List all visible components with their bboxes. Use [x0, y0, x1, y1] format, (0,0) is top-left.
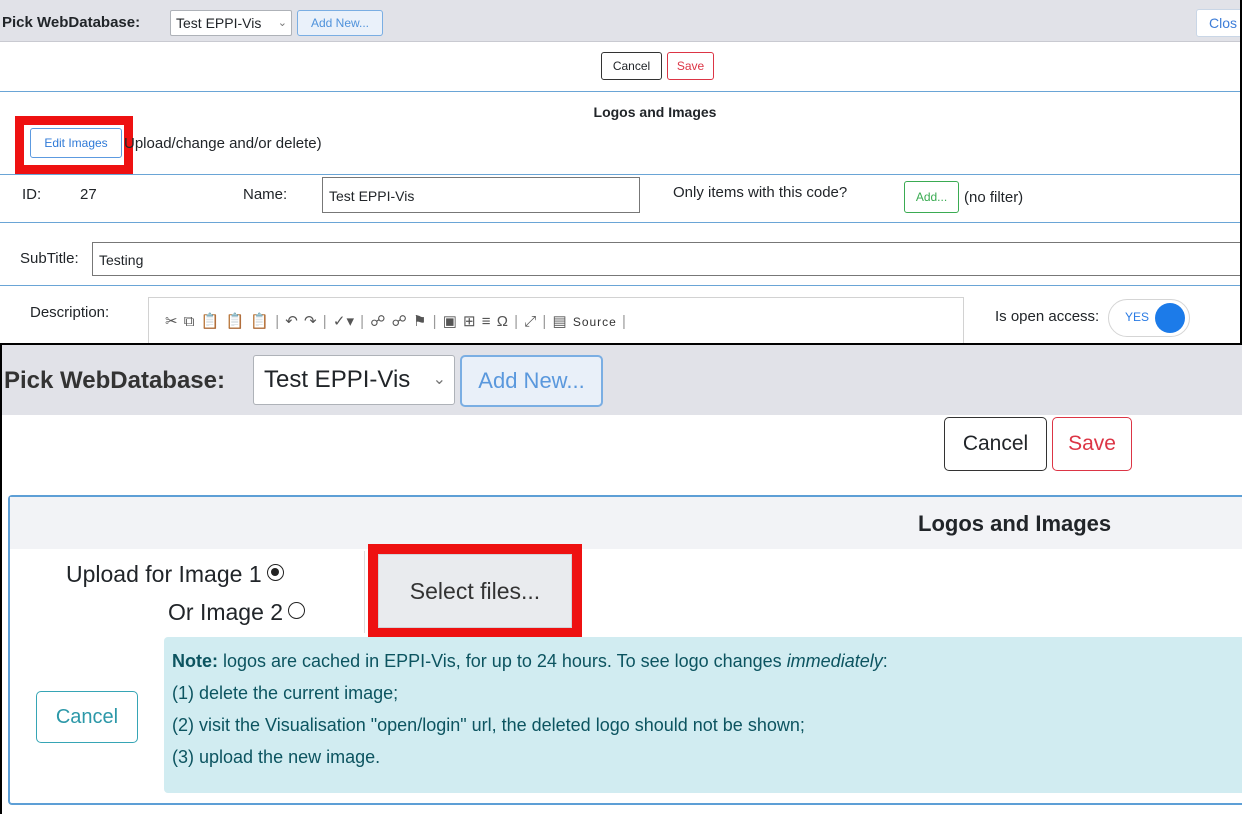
table-icon[interactable]: ⊞: [463, 313, 477, 330]
close-button[interactable]: Clos: [1196, 9, 1240, 37]
id-label: ID:: [22, 186, 42, 203]
toggle-knob: [1155, 303, 1185, 333]
link-icon[interactable]: ☍: [370, 313, 386, 330]
edit-images-hint: Upload/change and/or delete): [124, 135, 322, 152]
maximize-icon[interactable]: ⤢: [524, 313, 537, 330]
description-label: Description:: [30, 304, 110, 321]
note-step-3: (3) upload the new image.: [172, 747, 381, 767]
add-new-button[interactable]: Add New...: [297, 10, 383, 36]
image1-radio[interactable]: [266, 564, 284, 581]
only-items-label: Only items with this code?: [673, 184, 848, 201]
section-divider: [0, 174, 1240, 175]
source-icon[interactable]: ▤: [552, 313, 567, 330]
cancel-button[interactable]: Cancel: [601, 52, 662, 80]
editor-toolbar: ✂ ⧉ 📋 📋 📋 | ↶ ↷ | ✓▾ | ☍ ☍ ⚑ | ▣ ⊞ ≡ Ω |…: [148, 297, 964, 344]
open-access-label: Is open access:: [995, 308, 1100, 325]
edit-images-button[interactable]: Edit Images: [30, 128, 122, 158]
add-new-button[interactable]: Add New...: [460, 355, 603, 407]
toggle-yes-label: YES: [1125, 310, 1150, 324]
image2-option[interactable]: Or Image 2: [168, 599, 306, 626]
name-label: Name:: [243, 186, 288, 203]
save-button[interactable]: Save: [1052, 417, 1132, 471]
cut-icon[interactable]: ✂: [165, 313, 179, 330]
note-step-1: (1) delete the current image;: [172, 683, 399, 703]
pick-webdatabase-label: Pick WebDatabase:: [4, 367, 225, 394]
save-button[interactable]: Save: [667, 52, 714, 80]
cache-note: Note: logos are cached in EPPI-Vis, for …: [164, 637, 1242, 793]
section-divider: [0, 91, 1240, 92]
image1-label: Upload for Image 1: [66, 561, 262, 587]
bottom-panel: Pick WebDatabase: Test EPPI-Vis ⌄ Add Ne…: [0, 343, 1242, 814]
top-panel: Pick WebDatabase: Test EPPI-Vis ⌄ Add Ne…: [0, 0, 1242, 346]
subtitle-input[interactable]: Testing: [92, 242, 1240, 276]
horizontal-line-icon[interactable]: ≡: [482, 313, 492, 330]
paste-text-icon[interactable]: 📋: [226, 313, 246, 330]
image2-radio[interactable]: [288, 602, 306, 619]
cancel-upload-button[interactable]: Cancel: [36, 691, 138, 743]
section-divider: [0, 222, 1240, 223]
source-button[interactable]: Source: [573, 315, 617, 329]
note-end: :: [882, 651, 888, 671]
webdatabase-select-value: Test EPPI-Vis: [264, 366, 411, 393]
add-code-button[interactable]: Add...: [904, 181, 959, 213]
logos-images-title: Logos and Images: [918, 511, 1112, 536]
paste-word-icon[interactable]: 📋: [250, 313, 270, 330]
chevron-down-icon: ⌄: [277, 17, 287, 29]
cancel-button[interactable]: Cancel: [944, 417, 1047, 471]
note-text: logos are cached in EPPI-Vis, for up to …: [218, 651, 787, 671]
note-line: Note: logos are cached in EPPI-Vis, for …: [172, 651, 888, 672]
image1-option[interactable]: Upload for Image 1: [66, 561, 284, 588]
toolbar-icons[interactable]: ✂ ⧉ 📋 📋 📋 | ↶ ↷ | ✓▾ | ☍ ☍ ⚑ | ▣ ⊞ ≡ Ω |…: [165, 312, 627, 330]
note-bold: Note:: [172, 651, 218, 671]
spellcheck-icon[interactable]: ✓▾: [333, 313, 355, 330]
name-input[interactable]: Test EPPI-Vis: [322, 177, 640, 213]
redo-icon[interactable]: ↷: [304, 313, 318, 330]
subtitle-label: SubTitle:: [20, 250, 79, 267]
note-step-2: (2) visit the Visualisation "open/login"…: [172, 715, 805, 735]
logos-images-title: Logos and Images: [593, 104, 717, 120]
copy-icon[interactable]: ⧉: [184, 313, 196, 330]
undo-icon[interactable]: ↶: [285, 313, 299, 330]
unlink-icon[interactable]: ☍: [392, 313, 408, 330]
pick-webdatabase-label: Pick WebDatabase:: [2, 14, 141, 31]
special-char-icon[interactable]: Ω: [497, 313, 509, 330]
open-access-toggle[interactable]: YES: [1108, 299, 1190, 337]
webdatabase-select-value: Test EPPI-Vis: [176, 15, 262, 31]
code-filter-value: (no filter): [964, 189, 1024, 206]
paste-icon[interactable]: 📋: [201, 313, 221, 330]
image2-label: Or Image 2: [168, 599, 284, 625]
select-files-button[interactable]: Select files...: [378, 554, 572, 628]
anchor-flag-icon[interactable]: ⚑: [413, 313, 427, 330]
column-divider: [364, 551, 365, 633]
section-divider: [0, 285, 1240, 286]
note-emphasis: immediately: [786, 651, 883, 671]
webdatabase-select[interactable]: Test EPPI-Vis ⌄: [170, 10, 292, 36]
image-icon[interactable]: ▣: [443, 313, 458, 330]
webdatabase-select[interactable]: Test EPPI-Vis ⌄: [253, 355, 455, 405]
chevron-down-icon: ⌄: [432, 371, 446, 388]
id-value: 27: [80, 186, 97, 203]
